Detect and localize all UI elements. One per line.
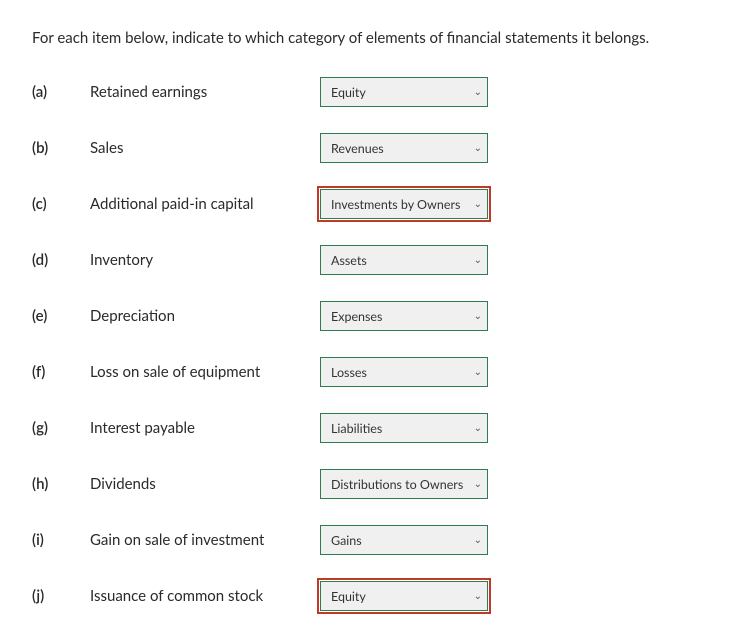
- item-row: (h)DividendsDistributions to Owners⌄: [32, 469, 699, 499]
- item-row: (i)Gain on sale of investmentGains⌄: [32, 525, 699, 555]
- item-label: Retained earnings: [90, 83, 320, 101]
- item-row: (g)Interest payableLiabilities⌄: [32, 413, 699, 443]
- category-select[interactable]: Investments by Owners: [320, 189, 488, 219]
- category-select[interactable]: Equity: [320, 581, 488, 611]
- item-label: Inventory: [90, 251, 320, 269]
- category-select[interactable]: Liabilities: [320, 413, 488, 443]
- category-select-wrap: Liabilities⌄: [320, 413, 488, 443]
- category-select-wrap: Gains⌄: [320, 525, 488, 555]
- category-select[interactable]: Gains: [320, 525, 488, 555]
- items-container: (a)Retained earningsEquity⌄(b)SalesReven…: [32, 77, 699, 611]
- category-select-wrap: Losses⌄: [320, 357, 488, 387]
- item-label: Sales: [90, 139, 320, 157]
- item-row: (b)SalesRevenues⌄: [32, 133, 699, 163]
- category-select-wrap: Investments by Owners⌄: [320, 189, 488, 219]
- item-letter: (c): [32, 195, 90, 213]
- item-row: (d)InventoryAssets⌄: [32, 245, 699, 275]
- instructions-text: For each item below, indicate to which c…: [32, 28, 699, 49]
- item-letter: (j): [32, 587, 90, 605]
- category-select[interactable]: Expenses: [320, 301, 488, 331]
- item-letter: (g): [32, 419, 90, 437]
- category-select[interactable]: Revenues: [320, 133, 488, 163]
- category-select[interactable]: Equity: [320, 77, 488, 107]
- item-label: Additional paid-in capital: [90, 195, 320, 213]
- category-select-wrap: Revenues⌄: [320, 133, 488, 163]
- item-label: Depreciation: [90, 307, 320, 325]
- item-label: Dividends: [90, 475, 320, 493]
- category-select-wrap: Distributions to Owners⌄: [320, 469, 488, 499]
- item-row: (a)Retained earningsEquity⌄: [32, 77, 699, 107]
- category-select[interactable]: Assets: [320, 245, 488, 275]
- item-letter: (d): [32, 251, 90, 269]
- item-label: Issuance of common stock: [90, 587, 320, 605]
- item-row: (c)Additional paid-in capitalInvestments…: [32, 189, 699, 219]
- category-select-wrap: Equity⌄: [320, 77, 488, 107]
- category-select-wrap: Assets⌄: [320, 245, 488, 275]
- category-select-wrap: Expenses⌄: [320, 301, 488, 331]
- item-row: (e)DepreciationExpenses⌄: [32, 301, 699, 331]
- item-row: (f)Loss on sale of equipmentLosses⌄: [32, 357, 699, 387]
- item-label: Loss on sale of equipment: [90, 363, 320, 381]
- item-letter: (e): [32, 307, 90, 325]
- item-letter: (a): [32, 83, 90, 101]
- item-letter: (h): [32, 475, 90, 493]
- item-letter: (f): [32, 363, 90, 381]
- item-letter: (b): [32, 139, 90, 157]
- item-label: Gain on sale of investment: [90, 531, 320, 549]
- item-label: Interest payable: [90, 419, 320, 437]
- item-row: (j)Issuance of common stockEquity⌄: [32, 581, 699, 611]
- item-letter: (i): [32, 531, 90, 549]
- category-select[interactable]: Distributions to Owners: [320, 469, 488, 499]
- category-select[interactable]: Losses: [320, 357, 488, 387]
- category-select-wrap: Equity⌄: [320, 581, 488, 611]
